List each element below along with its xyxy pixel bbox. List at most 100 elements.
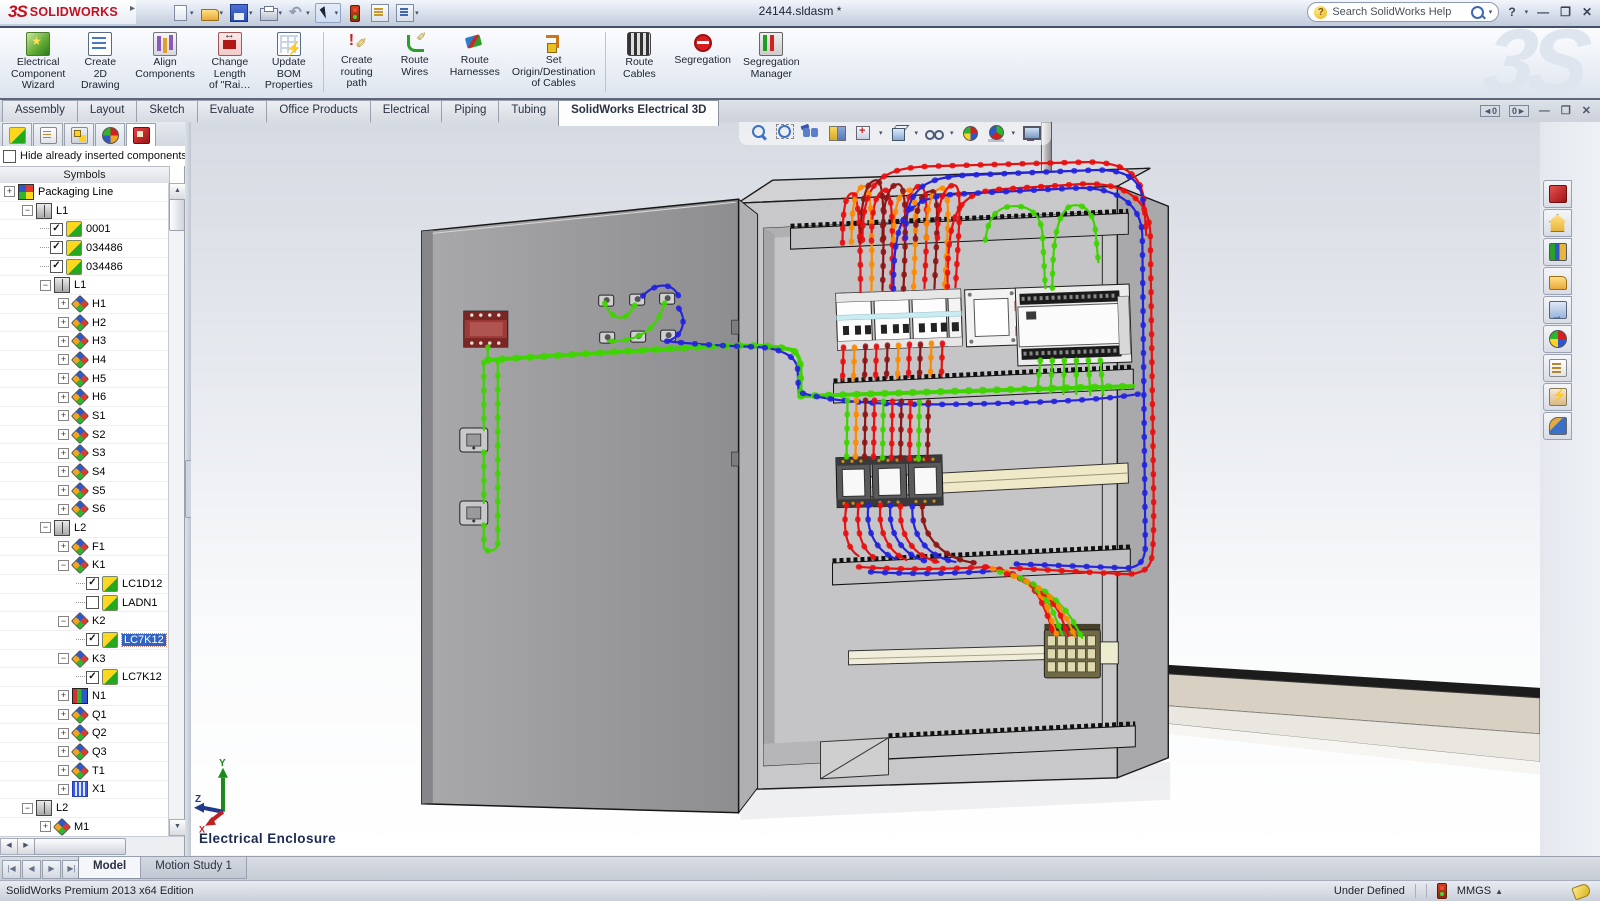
tree-item-h1[interactable]: +H1 bbox=[0, 295, 169, 314]
hide-inserted-checkbox[interactable] bbox=[3, 150, 16, 163]
hide-show-items-icon[interactable] bbox=[924, 124, 944, 142]
minimize-button[interactable]: — bbox=[1535, 5, 1551, 19]
collapse-icon[interactable]: − bbox=[40, 522, 51, 533]
zoom-to-fit-icon[interactable] bbox=[749, 124, 769, 142]
tab-evaluate[interactable]: Evaluate bbox=[197, 100, 268, 123]
tree-item-lc7k12[interactable]: ✓LC7K12 bbox=[0, 668, 169, 687]
expand-icon[interactable]: + bbox=[58, 709, 69, 720]
expand-icon[interactable]: + bbox=[58, 541, 69, 552]
collapse-icon[interactable]: − bbox=[58, 560, 69, 571]
taskpane-appearances-scenes[interactable] bbox=[1543, 325, 1572, 353]
search-icon[interactable] bbox=[1471, 6, 1484, 19]
3d-scene[interactable]: Y Z X bbox=[191, 122, 1540, 856]
change-length-button[interactable]: ChangeLengthof "Rai… bbox=[202, 30, 258, 94]
expand-icon[interactable]: + bbox=[58, 485, 69, 496]
circuit-breakers[interactable] bbox=[836, 287, 1022, 351]
doc-next-icon[interactable]: 0► bbox=[1509, 105, 1529, 117]
tree-item-k2[interactable]: −K2 bbox=[0, 612, 169, 631]
tree-item-k3[interactable]: −K3 bbox=[0, 650, 169, 669]
hscrollbar-thumb[interactable] bbox=[34, 838, 126, 855]
search-input[interactable]: ? Search SolidWorks Help ▾ bbox=[1307, 2, 1499, 22]
expand-icon[interactable]: + bbox=[58, 784, 69, 795]
section-view-icon[interactable] bbox=[827, 124, 847, 142]
tree-item-x1[interactable]: +X1 bbox=[0, 781, 169, 800]
help-button[interactable]: ? bbox=[1506, 5, 1517, 19]
tree-item-l1[interactable]: −L1 bbox=[0, 276, 169, 295]
tree-item-h5[interactable]: +H5 bbox=[0, 370, 169, 389]
tab-office-products[interactable]: Office Products bbox=[266, 100, 370, 123]
tree-item-h6[interactable]: +H6 bbox=[0, 388, 169, 407]
tree-item-q2[interactable]: +Q2 bbox=[0, 724, 169, 743]
tree-item-q1[interactable]: +Q1 bbox=[0, 706, 169, 725]
tree-item-h3[interactable]: +H3 bbox=[0, 332, 169, 351]
expand-icon[interactable]: + bbox=[58, 298, 69, 309]
tree-item-h2[interactable]: +H2 bbox=[0, 314, 169, 333]
restore-button[interactable]: ❐ bbox=[1558, 5, 1573, 19]
tree-item-s5[interactable]: +S5 bbox=[0, 482, 169, 501]
tree-item-h4[interactable]: +H4 bbox=[0, 351, 169, 370]
taskpane-electrical-3d-pane[interactable] bbox=[1543, 180, 1572, 208]
taskpane-electrical-connection[interactable] bbox=[1543, 383, 1572, 411]
segregation-button[interactable]: Segregation bbox=[669, 30, 736, 69]
scroll-right-icon[interactable]: ▶ bbox=[17, 838, 35, 855]
display-style-icon[interactable] bbox=[889, 124, 909, 142]
visibility-checkbox[interactable]: ✓ bbox=[86, 577, 99, 590]
panel-tab-display-manager[interactable] bbox=[95, 123, 125, 146]
visibility-checkbox[interactable]: ✓ bbox=[86, 671, 99, 684]
doc-tab-model[interactable]: Model bbox=[78, 857, 141, 879]
doc-restore-icon[interactable]: ❐ bbox=[1560, 103, 1572, 118]
tree-item-s1[interactable]: +S1 bbox=[0, 407, 169, 426]
expand-icon[interactable]: + bbox=[58, 728, 69, 739]
visibility-checkbox[interactable] bbox=[86, 596, 99, 609]
collapse-icon[interactable]: − bbox=[58, 616, 69, 627]
visibility-checkbox[interactable]: ✓ bbox=[50, 223, 63, 236]
tree-item-s3[interactable]: +S3 bbox=[0, 444, 169, 463]
tree-item-s4[interactable]: +S4 bbox=[0, 463, 169, 482]
tree-item-lc7k12[interactable]: ✓LC7K12 bbox=[0, 631, 169, 650]
apply-scene-caret-icon[interactable]: ▾ bbox=[1012, 129, 1016, 137]
taskpane-route-tools[interactable] bbox=[1543, 412, 1572, 440]
update-bom-properties-button[interactable]: UpdateBOMProperties bbox=[260, 30, 318, 94]
tree-item-packaging-line[interactable]: +Packaging Line bbox=[0, 183, 169, 202]
set-origin-destination-button[interactable]: SetOrigin/Destinationof Cables bbox=[507, 30, 600, 92]
close-button[interactable]: ✕ bbox=[1580, 5, 1594, 19]
route-harnesses-button[interactable]: RouteHarnesses bbox=[445, 30, 505, 80]
doc-prev-icon[interactable]: ◄0 bbox=[1480, 105, 1500, 117]
expand-icon[interactable]: + bbox=[58, 504, 69, 515]
expand-icon[interactable]: + bbox=[58, 336, 69, 347]
view-orientation-icon[interactable] bbox=[853, 124, 873, 142]
visibility-checkbox[interactable]: ✓ bbox=[50, 241, 63, 254]
scroll-up-icon[interactable]: ▲ bbox=[169, 183, 186, 200]
scroll-left-icon[interactable]: ◀ bbox=[0, 838, 18, 855]
taskpane-view-palette[interactable] bbox=[1543, 296, 1572, 324]
apply-scene-icon[interactable] bbox=[986, 124, 1006, 142]
collapse-icon[interactable]: − bbox=[58, 653, 69, 664]
expand-icon[interactable]: + bbox=[58, 746, 69, 757]
tree-item-n1[interactable]: +N1 bbox=[0, 687, 169, 706]
taskpane-solidworks-resources[interactable] bbox=[1543, 209, 1572, 237]
tree-item-lc1d12[interactable]: ✓LC1D12 bbox=[0, 575, 169, 594]
doc-minimize-icon[interactable]: — bbox=[1538, 104, 1551, 118]
tree-item-m1[interactable]: +M1 bbox=[0, 818, 169, 836]
tree-item-0001[interactable]: ✓0001 bbox=[0, 220, 169, 239]
panel-tab-configuration-manager[interactable] bbox=[64, 123, 94, 146]
expand-icon[interactable]: + bbox=[58, 317, 69, 328]
edit-appearance-icon[interactable] bbox=[960, 124, 980, 142]
collapse-icon[interactable]: − bbox=[22, 205, 33, 216]
expand-icon[interactable]: + bbox=[58, 410, 69, 421]
expand-icon[interactable]: + bbox=[58, 429, 69, 440]
expand-icon[interactable]: + bbox=[58, 373, 69, 384]
tree-item-q3[interactable]: +Q3 bbox=[0, 743, 169, 762]
taskpane-design-library[interactable] bbox=[1543, 238, 1572, 266]
enclosure-door[interactable] bbox=[422, 199, 739, 813]
expand-icon[interactable]: + bbox=[58, 765, 69, 776]
tab-assembly[interactable]: Assembly bbox=[2, 100, 78, 123]
align-components-button[interactable]: AlignComponents bbox=[130, 30, 200, 82]
create-routing-path-button[interactable]: Createroutingpath bbox=[329, 30, 385, 92]
hide-show-items-caret-icon[interactable]: ▾ bbox=[950, 129, 954, 137]
tab-piping[interactable]: Piping bbox=[441, 100, 499, 123]
visibility-checkbox[interactable]: ✓ bbox=[50, 260, 63, 273]
tree-item-034486[interactable]: ✓034486 bbox=[0, 258, 169, 277]
expand-icon[interactable]: + bbox=[40, 821, 51, 832]
view-orientation-caret-icon[interactable]: ▾ bbox=[879, 129, 883, 137]
